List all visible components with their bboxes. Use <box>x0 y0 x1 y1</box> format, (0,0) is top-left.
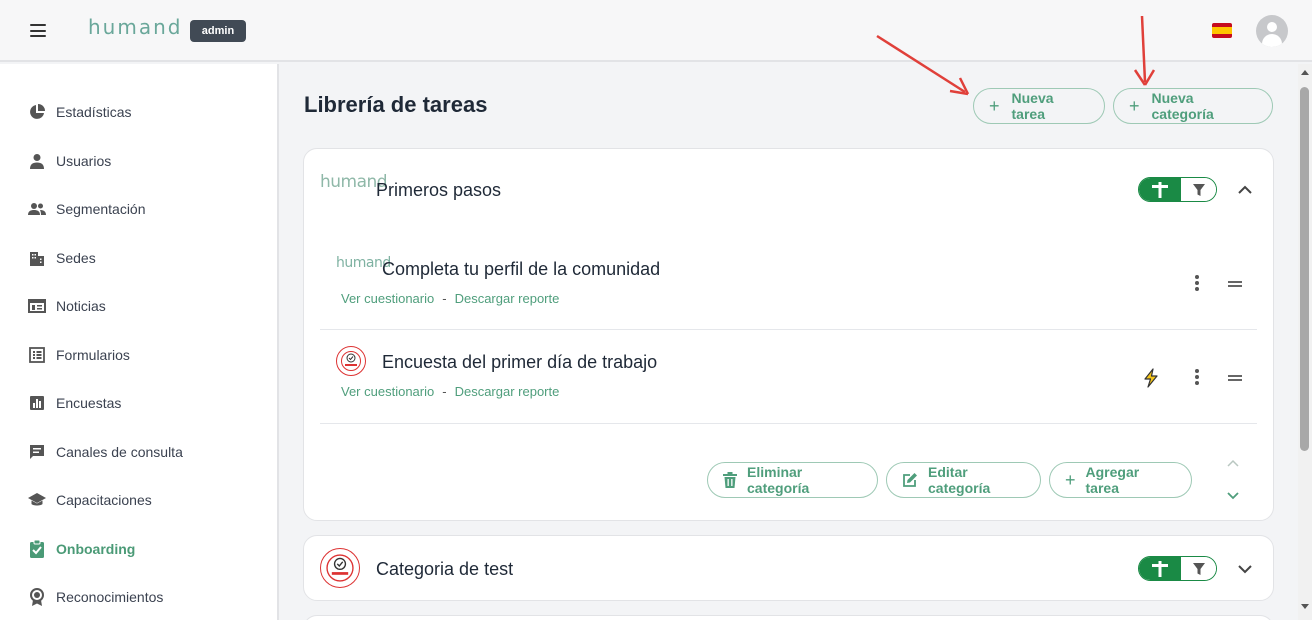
sidebar-item-label: Encuestas <box>56 395 122 411</box>
view-questionnaire-link[interactable]: Ver cuestionario <box>341 384 434 399</box>
sidebar-item-encuestas[interactable]: Encuestas <box>28 391 121 415</box>
spain-flag-icon[interactable] <box>1212 23 1232 38</box>
person-icon <box>28 152 46 170</box>
task-divider <box>320 329 1257 330</box>
graduation-cap-icon <box>28 491 46 509</box>
sidebar-item-sedes[interactable]: Sedes <box>28 246 96 270</box>
download-report-link[interactable]: Descargar reporte <box>455 291 560 306</box>
edit-icon <box>902 472 918 488</box>
category-title[interactable]: Primeros pasos <box>376 180 501 201</box>
pie-chart-icon <box>28 103 46 121</box>
sidebar-item-formularios[interactable]: Formularios <box>28 343 130 367</box>
task-title[interactable]: Encuesta del primer día de trabajo <box>382 352 657 373</box>
task-links: Ver cuestionario - Descargar reporte <box>341 384 559 399</box>
task-links: Ver cuestionario - Descargar reporte <box>341 291 559 306</box>
clipboard-check-icon <box>28 540 46 558</box>
task-divider <box>320 423 1257 424</box>
sidebar-item-label: Segmentación <box>56 201 146 217</box>
chevron-up-icon[interactable] <box>1237 182 1253 198</box>
quality-seal-icon <box>320 548 360 588</box>
new-task-button[interactable]: + Nueva tarea <box>973 88 1105 124</box>
sidebar-item-label: Reconocimientos <box>56 589 164 605</box>
sidebar-item-canales-de-consulta[interactable]: Canales de consulta <box>28 440 183 464</box>
delete-category-button[interactable]: Eliminar categoría <box>707 462 878 498</box>
sidebar-item-label: Usuarios <box>56 153 112 169</box>
building-icon <box>28 249 46 267</box>
plus-icon: + <box>1065 469 1076 490</box>
newspaper-icon <box>28 297 46 315</box>
more-vertical-icon[interactable] <box>1195 369 1199 385</box>
sidebar-item-label: Sedes <box>56 250 96 266</box>
sidebar-item-estadisticas[interactable]: Estadísticas <box>28 100 131 124</box>
drag-handle-icon[interactable] <box>1228 281 1242 287</box>
new-category-label: Nueva categoría <box>1151 90 1214 122</box>
sidebar-item-segmentacion[interactable]: Segmentación <box>28 197 146 221</box>
top-header: humand admin <box>0 0 1312 62</box>
category-title[interactable]: Categoria de test <box>376 559 513 580</box>
move-down-icon[interactable] <box>1226 488 1240 502</box>
award-icon <box>28 588 46 606</box>
plus-icon: + <box>989 96 1000 116</box>
sidebar-item-label: Estadísticas <box>56 104 132 120</box>
edit-category-label: Editar categoría <box>928 464 991 496</box>
user-avatar-icon[interactable] <box>1256 15 1288 47</box>
move-up-icon[interactable] <box>1226 457 1240 471</box>
sidebar-item-label: Formularios <box>56 347 130 363</box>
bar-chart-icon <box>28 394 46 412</box>
quality-seal-icon <box>336 346 366 376</box>
hamburger-icon[interactable] <box>30 24 46 37</box>
link-separator: - <box>442 291 447 306</box>
more-vertical-icon[interactable] <box>1195 275 1199 291</box>
category-card-partial <box>303 615 1274 620</box>
view-questionnaire-link[interactable]: Ver cuestionario <box>341 291 434 306</box>
delete-category-label: Eliminar categoría <box>747 464 810 496</box>
drag-handle-icon[interactable] <box>1228 375 1242 381</box>
edit-category-button[interactable]: Editar categoría <box>886 462 1041 498</box>
people-icon <box>28 200 46 218</box>
lightning-icon[interactable] <box>1142 368 1160 393</box>
sidebar-item-noticias[interactable]: Noticias <box>28 294 106 318</box>
sidebar-item-capacitaciones[interactable]: Capacitaciones <box>28 488 152 512</box>
new-task-label: Nueva tarea <box>1011 90 1054 122</box>
trash-icon <box>723 472 737 488</box>
admin-badge: admin <box>190 20 246 42</box>
add-task-button[interactable]: + Agregar tarea <box>1049 462 1192 498</box>
scroll-down-icon[interactable] <box>1301 604 1309 609</box>
chevron-down-icon[interactable] <box>1237 561 1253 577</box>
sidebar-item-label: Canales de consulta <box>56 444 183 460</box>
sidebar-item-usuarios[interactable]: Usuarios <box>28 149 111 173</box>
sidebar-item-label: Onboarding <box>56 541 136 557</box>
sidebar-item-onboarding[interactable]: Onboarding <box>28 537 135 561</box>
add-task-icon[interactable] <box>1139 557 1181 580</box>
scrollbar-thumb[interactable] <box>1300 87 1309 451</box>
download-report-link[interactable]: Descargar reporte <box>455 384 560 399</box>
sidebar-item-label: Capacitaciones <box>56 492 152 508</box>
link-separator: - <box>442 384 447 399</box>
new-category-button[interactable]: + Nueva categoría <box>1113 88 1273 124</box>
scroll-up-icon[interactable] <box>1301 70 1309 75</box>
sidebar-item-reconocimientos[interactable]: Reconocimientos <box>28 585 163 609</box>
chat-icon <box>28 443 46 461</box>
filter-icon[interactable] <box>1181 557 1216 580</box>
sidebar-item-label: Noticias <box>56 298 106 314</box>
category-toggle-group <box>1138 556 1217 581</box>
list-icon <box>28 346 46 364</box>
page-title: Librería de tareas <box>304 92 488 117</box>
add-task-icon[interactable] <box>1139 178 1181 201</box>
add-task-label: Agregar tarea <box>1085 464 1140 496</box>
filter-icon[interactable] <box>1181 178 1216 201</box>
task-title[interactable]: Completa tu perfil de la comunidad <box>382 259 660 280</box>
category-toggle-group <box>1138 177 1217 202</box>
humand-logo[interactable]: humand <box>88 15 182 39</box>
plus-icon: + <box>1129 96 1140 116</box>
